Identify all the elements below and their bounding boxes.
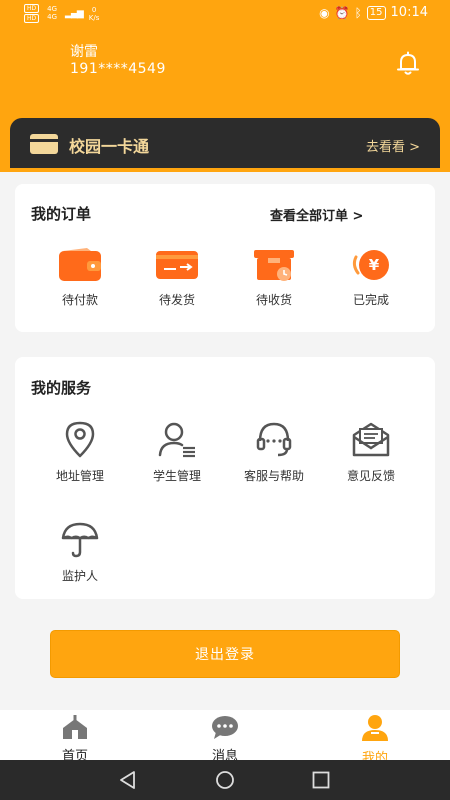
sim-1-label: HD	[24, 4, 40, 13]
user-list-icon	[158, 422, 195, 458]
location-pin-icon	[65, 421, 95, 458]
svg-text:¥: ¥	[369, 256, 380, 274]
net-speed-unit: K/s	[88, 13, 100, 22]
service-item-label: 学生管理	[152, 469, 201, 483]
signal-icon: ▂▄▆	[65, 8, 84, 19]
service-guardian[interactable]: 监护人	[30, 519, 130, 584]
headset-icon	[256, 422, 292, 457]
service-address[interactable]: 地址管理	[30, 419, 130, 484]
wallet-icon	[59, 248, 101, 281]
service-item-label: 监护人	[61, 569, 98, 583]
order-item-label: 待收货	[255, 293, 292, 307]
order-item-label: 待发货	[158, 293, 195, 307]
tab-home[interactable]: 首页	[25, 714, 125, 764]
bluetooth-icon: ᛒ	[354, 5, 362, 20]
order-pending-shipment[interactable]: 待发货	[127, 247, 227, 308]
net-speed-value: 0	[91, 5, 97, 14]
tab-mine[interactable]: 我的	[325, 714, 425, 766]
view-all-orders-link[interactable]: 查看全部订单 >	[270, 205, 363, 224]
bottom-tab-bar: 首页 消息 我的	[0, 710, 450, 766]
recents-icon[interactable]	[311, 770, 331, 790]
alarm-icon: ⏰	[334, 5, 350, 20]
back-icon[interactable]	[118, 770, 138, 790]
user-phone: 191****4549	[70, 61, 166, 77]
service-support[interactable]: 客服与帮助	[224, 419, 324, 484]
campus-card-title: 校园一卡通	[69, 137, 150, 156]
orders-title: 我的订单	[31, 205, 92, 223]
service-students[interactable]: 学生管理	[127, 419, 227, 484]
order-pending-payment[interactable]: 待付款	[30, 247, 130, 308]
umbrella-icon	[61, 522, 99, 558]
campus-card-link[interactable]: 去看看 >	[366, 136, 420, 155]
order-pending-receipt[interactable]: 待收货	[224, 247, 324, 308]
signal-1-label: 4G	[47, 5, 58, 13]
service-item-label: 地址管理	[55, 469, 104, 483]
orders-panel: 我的订单 查看全部订单 > 待付款 待发货 待收货 ¥ 已完成	[15, 184, 435, 332]
card-ship-icon	[156, 251, 198, 279]
net-speed: 0 K/s	[89, 6, 100, 22]
service-item-label: 客服与帮助	[243, 469, 304, 483]
chat-icon	[212, 716, 238, 739]
bell-icon[interactable]	[394, 50, 422, 78]
yen-coin-icon: ¥	[352, 250, 389, 280]
home-icon	[63, 715, 87, 739]
order-item-label: 待付款	[61, 293, 98, 307]
profile-icon	[362, 715, 388, 741]
sim-2-label: HD	[24, 14, 40, 23]
tab-messages[interactable]: 消息	[175, 714, 275, 764]
system-nav-bar	[0, 760, 450, 800]
order-item-label: 已完成	[352, 293, 389, 307]
eye-icon: ◉	[319, 5, 330, 20]
sim-indicators: HD HD	[24, 4, 40, 23]
parcel-clock-icon	[254, 250, 294, 281]
home-circle-icon[interactable]	[215, 770, 235, 790]
signal-2-label: 4G	[47, 13, 58, 21]
logout-button[interactable]: 退出登录	[50, 630, 400, 678]
service-feedback[interactable]: 意见反馈	[321, 419, 421, 484]
clock-time: 10:14	[390, 5, 428, 20]
status-bar: HD HD 4G 4G ▂▄▆ 0 K/s ◉ ⏰ ᛒ 15 10:14	[0, 0, 450, 28]
service-item-label: 意见反馈	[346, 469, 395, 483]
card-icon	[30, 134, 58, 154]
user-name: 谢雷	[70, 44, 98, 60]
services-title: 我的服务	[31, 379, 92, 397]
campus-card-banner[interactable]: 校园一卡通 去看看 >	[10, 118, 440, 168]
envelope-icon	[352, 422, 390, 457]
battery-icon: 15	[366, 5, 386, 20]
services-panel: 我的服务 地址管理 学生管理 客服与帮助 意见反馈 监护人	[15, 357, 435, 599]
order-completed[interactable]: ¥ 已完成	[321, 247, 421, 308]
